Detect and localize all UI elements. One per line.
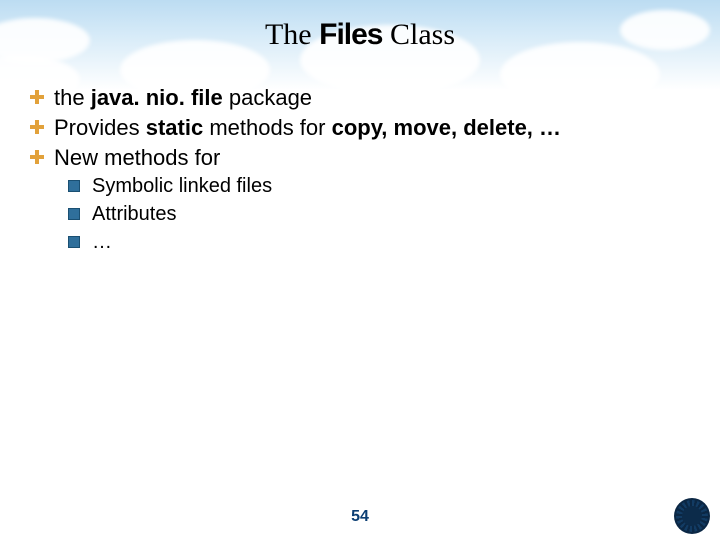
bullet-text-post: package [223,85,312,110]
title-word-1: The [265,18,312,51]
page-number: 54 [0,508,720,526]
bullet-item: New methods for [28,144,692,172]
bullet-item: Provides static methods for copy, move, … [28,114,692,142]
slide-body: the java. nio. file package Provides sta… [0,84,720,255]
square-bullet-icon [68,180,80,192]
plus-bullet-icon [30,120,44,134]
plus-bullet-icon [30,150,44,164]
sub-bullet-item: Attributes [66,202,692,228]
square-bullet-icon [68,208,80,220]
plus-bullet-icon [30,90,44,104]
sub-bullet-text: Attributes [92,203,176,225]
slide-title: The Files Class [0,0,720,52]
title-word-3: Class [390,18,455,51]
title-word-2: Files [319,18,382,51]
bullet-text-bold: java. nio. file [91,85,223,110]
bullet-text-mid: methods for [203,115,331,140]
sub-bullet-item: … [66,230,692,256]
sub-bullet-item: Symbolic linked files [66,174,692,200]
bullet-text-pre: the [54,85,91,110]
sub-bullet-text: Symbolic linked files [92,175,272,197]
bullet-text: New methods for [54,145,220,170]
bullet-text-bold: static [146,115,203,140]
sub-bullet-text: … [92,231,112,253]
bullet-item: the java. nio. file package [28,84,692,112]
bullet-text-pre: Provides [54,115,146,140]
logo-emblem-icon [674,498,710,534]
square-bullet-icon [68,236,80,248]
bullet-text-bold: copy, move, delete, … [332,115,561,140]
